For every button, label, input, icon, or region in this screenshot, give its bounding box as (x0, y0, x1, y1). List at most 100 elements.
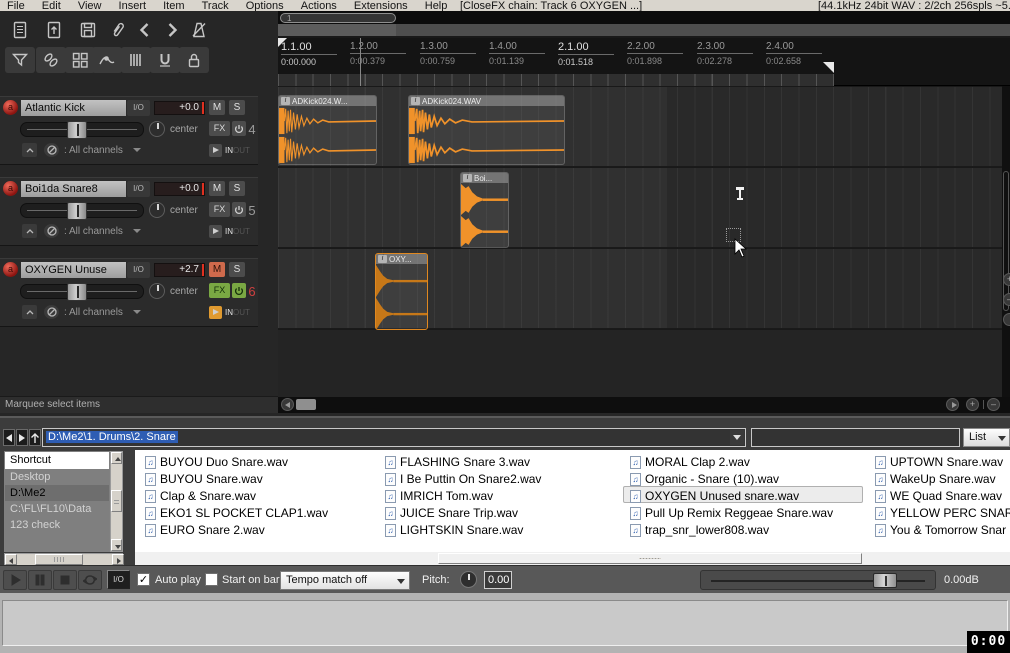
tempo-match-dropdown[interactable]: Tempo match off (280, 571, 410, 590)
undo-button[interactable] (130, 17, 160, 43)
zoom-out-button[interactable]: – (987, 398, 1000, 411)
empty-arrange-area[interactable] (278, 330, 1010, 397)
file-list[interactable]: ♫ BUYOU Duo Snare.wav ♫ BUYOU Snare.wav ♫ C… (135, 450, 1010, 552)
file-row[interactable]: ♫ FLASHING Snare 3.wav (385, 454, 615, 470)
mute-button-active[interactable]: M (209, 262, 225, 277)
solo-button[interactable]: S (229, 262, 245, 277)
file-row[interactable]: ♫ BUYOU Duo Snare.wav (145, 454, 375, 470)
explorer-filter-input[interactable] (751, 428, 960, 447)
monitor-button[interactable] (209, 225, 222, 238)
new-project-button[interactable] (5, 17, 35, 43)
scroll-left-button[interactable] (281, 398, 294, 411)
vzoom-reset-button[interactable] (1003, 313, 1010, 326)
phase-button[interactable] (44, 305, 59, 319)
mute-button[interactable]: M (209, 100, 225, 115)
media-item-kick-2[interactable]: i ADKick024.WAV (408, 95, 565, 165)
item-info-icon[interactable]: i (411, 97, 420, 105)
path-dropdown-button[interactable] (730, 430, 744, 445)
shortcut-item-dme2-selected[interactable]: D:\Me2 (5, 485, 109, 501)
fx-bypass-button[interactable] (232, 283, 246, 298)
redo-button[interactable] (157, 17, 187, 43)
timeline-ruler[interactable]: 1.1.00 0:00.000 1.2.00 0:00.379 1.3.00 0:00… (278, 38, 1010, 86)
scroll-left-button[interactable] (5, 554, 17, 565)
menu-extensions[interactable]: Extensions (347, 0, 415, 11)
track-lane-kick[interactable] (278, 87, 1010, 167)
file-row[interactable]: ♫ JUICE Snare Trip.wav (385, 505, 615, 521)
volume-readout[interactable]: +0.0 (154, 182, 205, 196)
route-button[interactable]: I/O (127, 100, 150, 116)
record-arm-button[interactable]: a (3, 100, 18, 115)
arrange-hscrollbar[interactable]: + – (278, 397, 1010, 413)
explorer-path-combo[interactable]: D:\Me2\1. Drums\2. Snare (42, 428, 746, 447)
hscroll-thumb[interactable] (438, 553, 862, 564)
volume-slider-handle[interactable] (873, 573, 897, 588)
track-name-input[interactable]: OXYGEN Unuse (21, 262, 126, 278)
file-row[interactable]: ♫ Pull Up Remix Reggeae Snare.wav (630, 505, 865, 521)
pan-knob[interactable] (149, 283, 165, 299)
fader-handle[interactable] (67, 283, 87, 301)
media-item-kick-1[interactable]: i ADKick024.W... (278, 95, 377, 165)
file-row[interactable]: ♫ I Be Puttin On Snare2.wav (385, 471, 615, 487)
volume-fader[interactable] (20, 283, 144, 301)
record-arm-button[interactable]: a (3, 181, 18, 196)
item-grouping-button[interactable] (36, 47, 66, 73)
file-row[interactable]: ♫ UPTOWN Snare.wav (875, 454, 1010, 470)
folder-collapse-button[interactable] (22, 305, 37, 319)
scroll-right-button[interactable] (946, 398, 959, 411)
menu-actions[interactable]: Actions (294, 0, 344, 11)
volume-fader[interactable] (20, 121, 144, 139)
volume-readout[interactable]: +2.7 (154, 263, 205, 277)
file-row[interactable]: ♫ EURO Snare 2.wav (145, 522, 375, 538)
fx-bypass-button[interactable] (232, 202, 246, 217)
fader-handle[interactable] (67, 202, 87, 220)
menu-edit[interactable]: Edit (35, 0, 68, 11)
arrange-view[interactable]: 1 1.1.00 0:00.000 1.2.00 0:00.379 1.3.00 0:… (278, 11, 1010, 413)
vscroll-thumb[interactable] (111, 490, 122, 512)
autoplay-checkbox-checked[interactable]: ✓ (137, 573, 150, 586)
hscroll-thumb[interactable] (296, 399, 316, 410)
menu-options[interactable]: Options (239, 0, 291, 11)
fx-button[interactable]: FX (209, 121, 230, 136)
preview-pause-button[interactable] (28, 570, 52, 590)
pitch-value-input[interactable]: 0.00 (484, 571, 512, 589)
file-list-hscrollbar[interactable] (135, 552, 1010, 565)
route-button[interactable]: I/O (127, 262, 150, 278)
record-input-select[interactable]: : All channels (64, 307, 123, 318)
menu-track[interactable]: Track (195, 0, 236, 11)
monitor-mode-label[interactable]: INOUT (225, 227, 250, 236)
save-project-button[interactable] (73, 17, 103, 43)
file-row[interactable]: ♫ BUYOU Snare.wav (145, 471, 375, 487)
view-mode-dropdown[interactable]: List (963, 428, 1010, 447)
vzoom-in-button[interactable]: + (1003, 273, 1010, 286)
phase-button[interactable] (44, 143, 59, 157)
preview-volume-slider[interactable] (700, 570, 936, 590)
arrange-zoombar[interactable] (278, 24, 1010, 36)
time-selection-region[interactable] (278, 74, 834, 86)
record-arm-button[interactable]: a (3, 262, 18, 277)
preview-stop-button[interactable] (53, 570, 77, 590)
item-info-icon[interactable]: i (463, 174, 472, 182)
start-on-bar-checkbox[interactable] (205, 573, 218, 586)
file-row[interactable]: ♫ WE Quad Snare.wav (875, 488, 1010, 504)
track-name-input[interactable]: Boi1da Snare8 (21, 181, 126, 197)
shortcut-item-123check[interactable]: 123 check (5, 517, 109, 533)
explorer-path-value[interactable]: D:\Me2\1. Drums\2. Snare (46, 431, 178, 443)
file-row[interactable]: ♫ IMRICH Tom.wav (385, 488, 615, 504)
solo-button[interactable]: S (229, 100, 245, 115)
track-lane-snare1[interactable] (278, 168, 1010, 248)
vscroll-thumb[interactable] (1003, 171, 1009, 311)
monitor-button[interactable] (209, 144, 222, 157)
vzoom-out-button[interactable]: – (1003, 293, 1010, 306)
ripple-edit-button[interactable] (65, 47, 95, 73)
envelopes-button[interactable] (92, 47, 122, 73)
preview-play-button[interactable] (3, 570, 27, 590)
media-item-boi1da-snare[interactable]: i Boi... (460, 172, 509, 248)
file-row[interactable]: ♫ MORAL Clap 2.wav (630, 454, 865, 470)
crossfade-button[interactable] (121, 47, 151, 73)
route-button[interactable]: I/O (127, 181, 150, 197)
preview-io-button[interactable]: I/O (107, 570, 130, 589)
item-info-icon[interactable]: i (281, 97, 290, 105)
file-row[interactable]: ♫ trap_snr_lower808.wav (630, 522, 865, 538)
open-project-button[interactable] (39, 17, 69, 43)
media-item-oxygen-snare-selected[interactable]: i OXY... (375, 253, 428, 330)
